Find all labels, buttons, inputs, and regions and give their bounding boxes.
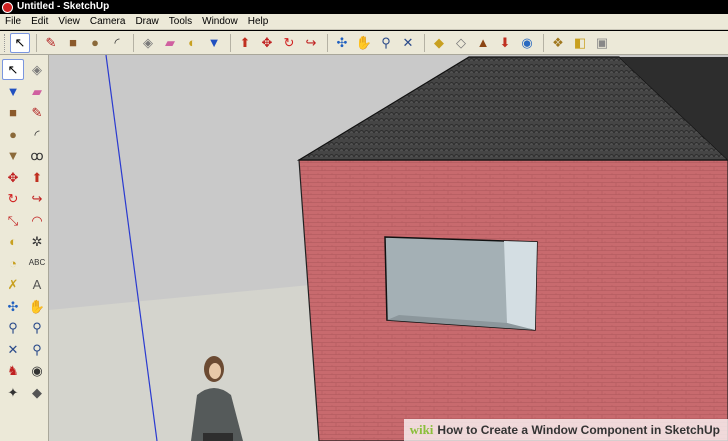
get-models-icon[interactable]: ▲ [473, 33, 493, 53]
materials-icon[interactable]: ◧ [570, 33, 590, 53]
sketchup-app-icon [2, 1, 13, 13]
menu-bar: File Edit View Camera Draw Tools Window Help [0, 14, 728, 30]
offset-tool-icon[interactable]: ◠ [26, 210, 48, 231]
toolbar-grip[interactable] [4, 33, 7, 52]
position-camera-icon[interactable]: ♞ [2, 360, 24, 381]
left-toolbar: ↖ ◈ ▼ ▰ ■ ✎ ● ◜ ▼ ꝏ ✥ ⬆ ↻ ↪ ⤡ ◠ ◐ ✲ ◔ ABC ✗ A ✣ ✋ ⚲ ⚲ ✕ ⚲ ♞ ◉ ✦ ◆ [0, 55, 49, 441]
orbit-tool-icon[interactable]: ✣ [2, 296, 24, 317]
toolbar-separator [36, 33, 37, 52]
zoom-tool-icon[interactable]: ⚲ [2, 317, 24, 338]
add-location-icon[interactable]: ◆ [429, 33, 449, 53]
menu-tools[interactable]: Tools [164, 14, 197, 30]
pan-tool-icon[interactable]: ✋ [354, 33, 374, 53]
menu-view[interactable]: View [53, 14, 85, 30]
menu-draw[interactable]: Draw [130, 14, 163, 30]
scale-tool-icon[interactable]: ⤡ [2, 210, 24, 231]
circle-tool-icon[interactable]: ● [85, 33, 105, 53]
menu-file[interactable]: File [0, 14, 26, 30]
google-earth-icon[interactable]: ◉ [517, 33, 537, 53]
menu-edit[interactable]: Edit [26, 14, 53, 30]
menu-window[interactable]: Window [197, 14, 243, 30]
components-icon[interactable]: ❖ [548, 33, 568, 53]
menu-camera[interactable]: Camera [85, 14, 131, 30]
move-tool-icon[interactable]: ✥ [2, 167, 24, 188]
zoom-window-icon[interactable]: ⚲ [26, 317, 48, 338]
rotate-tool-icon[interactable]: ↻ [279, 33, 299, 53]
window-title: Untitled - SketchUp [17, 1, 110, 12]
section-plane-icon[interactable]: ◆ [26, 382, 48, 403]
circle-tool-icon[interactable]: ● [2, 124, 24, 145]
dimension-tool-icon[interactable]: ✲ [26, 231, 48, 252]
follow-me-tool-icon[interactable]: ↪ [301, 33, 321, 53]
make-component-icon[interactable]: ◈ [138, 33, 158, 53]
zoom-tool-icon[interactable]: ⚲ [376, 33, 396, 53]
polygon-tool-icon[interactable]: ▼ [2, 145, 24, 166]
zoom-extents-icon[interactable]: ✕ [398, 33, 418, 53]
make-component-icon[interactable]: ◈ [26, 59, 48, 80]
pencil-line-tool-icon[interactable]: ✎ [41, 33, 61, 53]
styles-icon[interactable]: ▣ [592, 33, 612, 53]
arc-tool-icon[interactable]: ◜ [26, 124, 48, 145]
pencil-line-tool-icon[interactable]: ✎ [26, 102, 48, 123]
freehand-tool-icon[interactable]: ꝏ [26, 145, 48, 166]
text-tool-icon[interactable]: ABC [26, 253, 48, 274]
wikihow-watermark: wiki How to Create a Window Component in… [403, 419, 728, 441]
rectangle-tool-icon[interactable]: ■ [2, 102, 24, 123]
menu-help[interactable]: Help [243, 14, 274, 30]
paint-bucket-icon[interactable]: ▼ [2, 81, 24, 102]
pan-tool-icon[interactable]: ✋ [26, 296, 48, 317]
eraser-tool-icon[interactable]: ▰ [160, 33, 180, 53]
toolbar-separator [133, 33, 134, 52]
watermark-brand: wiki [409, 422, 434, 437]
eraser-tool-icon[interactable]: ▰ [26, 81, 48, 102]
tape-measure-icon[interactable]: ◐ [2, 231, 24, 252]
push-pull-tool-icon[interactable]: ⬆ [235, 33, 255, 53]
arc-tool-icon[interactable]: ◜ [107, 33, 127, 53]
zoom-extents-icon[interactable]: ✕ [2, 339, 24, 360]
tape-measure-icon[interactable]: ◐ [182, 33, 202, 53]
toolbar-separator [230, 33, 231, 52]
walk-tool-icon[interactable]: ✦ [2, 382, 24, 403]
model-viewport[interactable] [49, 55, 728, 441]
push-pull-tool-icon[interactable]: ⬆ [26, 167, 48, 188]
follow-me-tool-icon[interactable]: ↪ [26, 188, 48, 209]
toolbar-separator [424, 33, 425, 52]
3d-text-tool-icon[interactable]: A [26, 274, 48, 295]
protractor-tool-icon[interactable]: ◔ [2, 253, 24, 274]
paint-bucket-icon[interactable]: ▼ [204, 33, 224, 53]
move-tool-icon[interactable]: ✥ [257, 33, 277, 53]
look-around-icon[interactable]: ◉ [26, 360, 48, 381]
main-toolbar: ↖ ✎ ■ ● ◜ ◈ ▰ ◐ ▼ ⬆ ✥ ↻ ↪ ✣ ✋ ⚲ ✕ ◆ ◇ ▲ ⬇ ◉ ❖ ◧ ▣ [0, 31, 728, 55]
rectangle-tool-icon[interactable]: ■ [63, 33, 83, 53]
axes-tool-icon[interactable]: ✗ [2, 274, 24, 295]
toolbar-separator [327, 33, 328, 52]
select-tool-icon[interactable]: ↖ [2, 59, 24, 80]
rotate-tool-icon[interactable]: ↻ [2, 188, 24, 209]
share-model-icon[interactable]: ⬇ [495, 33, 515, 53]
title-bar: Untitled - SketchUp [0, 0, 728, 14]
toggle-terrain-icon[interactable]: ◇ [451, 33, 471, 53]
watermark-caption: How to Create a Window Component in Sket… [437, 423, 720, 437]
toolbar-separator [543, 33, 544, 52]
window-jamb [504, 241, 537, 330]
select-tool-icon[interactable]: ↖ [10, 32, 30, 53]
orbit-tool-icon[interactable]: ✣ [332, 33, 352, 53]
previous-view-icon[interactable]: ⚲ [26, 339, 48, 360]
